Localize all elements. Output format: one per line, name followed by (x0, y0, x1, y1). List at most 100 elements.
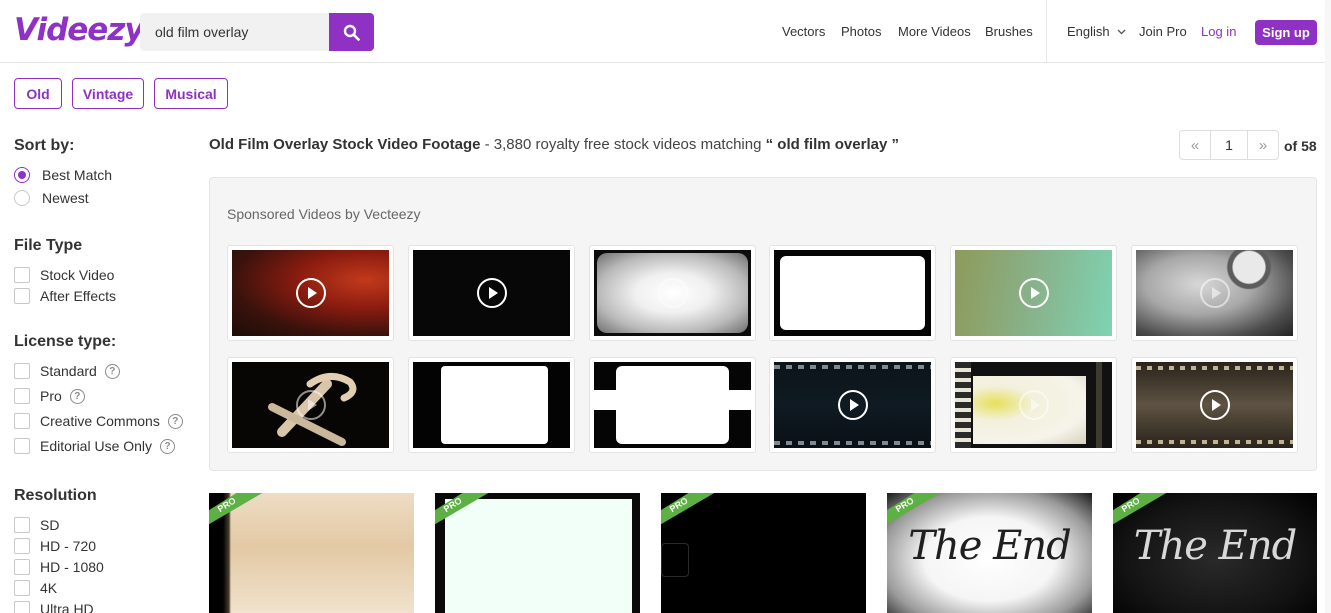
radio-unselected[interactable] (14, 190, 30, 206)
filter-stock-video[interactable]: Stock Video (14, 265, 114, 285)
signup-button[interactable]: Sign up (1255, 20, 1317, 45)
filter-label: After Effects (40, 288, 116, 304)
checkbox[interactable] (14, 413, 30, 429)
sponsored-video-thumbnail[interactable] (950, 245, 1117, 341)
filter-after-effects[interactable]: After Effects (14, 286, 116, 306)
result-video-thumbnail[interactable]: The End PRO (1113, 493, 1317, 613)
resolution-ultra-hd[interactable]: Ultra HD (14, 599, 94, 613)
result-video-thumbnail[interactable]: PRO (435, 493, 640, 613)
search-icon (343, 24, 360, 41)
checkbox[interactable] (14, 580, 30, 596)
pro-badge: PRO (209, 493, 264, 526)
nav-vectors-label: Vectors (782, 24, 826, 39)
sponsored-video-thumbnail[interactable] (769, 245, 936, 341)
license-creative-commons[interactable]: Creative Commons ? (14, 411, 183, 431)
sponsored-video-thumbnail[interactable] (589, 357, 756, 453)
filter-label: HD - 720 (40, 538, 97, 554)
join-pro-link[interactable]: Join Pro (1139, 0, 1187, 63)
checkbox[interactable] (14, 601, 30, 613)
tag-vintage[interactable]: Vintage (72, 78, 144, 109)
license-pro[interactable]: Pro ? (14, 386, 85, 406)
results-heading: Old Film Overlay Stock Video Footage - 3… (209, 136, 899, 153)
resolution-heading: Resolution (14, 487, 97, 504)
nav-divider (1046, 0, 1047, 63)
search-input[interactable] (140, 13, 329, 51)
filter-label: Creative Commons (40, 413, 160, 429)
filter-label: Standard (40, 363, 97, 379)
filter-label: Pro (40, 388, 62, 404)
sponsored-video-thumbnail[interactable] (1131, 357, 1298, 453)
site-header: Videezy Vectors Photos More Videos Brush… (0, 0, 1331, 63)
nav-photos-label: Photos (841, 24, 882, 39)
tag-musical[interactable]: Musical (154, 78, 228, 109)
sponsored-video-thumbnail[interactable] (227, 357, 394, 453)
pro-badge: PRO (435, 493, 490, 526)
prev-page-button[interactable]: « (1180, 131, 1210, 159)
play-icon (657, 278, 688, 308)
sponsored-video-thumbnail[interactable] (589, 245, 756, 341)
pagination: « 1 » (1179, 130, 1279, 160)
help-icon[interactable]: ? (167, 413, 183, 429)
next-page-button[interactable]: » (1248, 131, 1278, 159)
the-end-text: The End (908, 523, 1071, 569)
search-button[interactable] (329, 13, 374, 51)
checkbox[interactable] (14, 438, 30, 454)
license-editorial[interactable]: Editorial Use Only ? (14, 436, 176, 456)
page-number-input[interactable]: 1 (1210, 131, 1248, 159)
sponsored-video-thumbnail[interactable] (408, 357, 575, 453)
thumbnail-image (774, 250, 931, 336)
results-title: Old Film Overlay Stock Video Footage (209, 136, 481, 153)
resolution-sd[interactable]: SD (14, 515, 59, 535)
thumbnail-image (594, 362, 751, 448)
help-icon[interactable]: ? (104, 363, 120, 379)
sponsored-video-thumbnail[interactable] (1131, 245, 1298, 341)
filter-label: Ultra HD (40, 601, 94, 613)
nav-brushes-label: Brushes (985, 24, 1033, 39)
checkbox[interactable] (14, 517, 30, 533)
scrollbar[interactable] (1325, 0, 1331, 613)
nav-brushes[interactable]: Brushes (985, 0, 1033, 63)
resolution-hd-720[interactable]: HD - 720 (14, 536, 96, 556)
sponsored-video-thumbnail[interactable] (408, 245, 575, 341)
thumbnail-image (413, 362, 570, 448)
sponsored-video-thumbnail[interactable] (950, 357, 1117, 453)
videezy-logo[interactable]: Videezy (14, 12, 145, 48)
sponsored-video-thumbnail[interactable] (227, 245, 394, 341)
results-query: “ old film overlay ” (765, 136, 899, 153)
checkbox[interactable] (14, 538, 30, 554)
sponsored-section: Sponsored Videos by Vecteezy (209, 177, 1317, 471)
login-link[interactable]: Log in (1201, 0, 1236, 63)
help-icon[interactable]: ? (69, 388, 85, 404)
tag-old[interactable]: Old (14, 78, 62, 109)
chevron-down-icon (1117, 29, 1126, 34)
filter-label: Stock Video (40, 267, 115, 283)
result-video-thumbnail[interactable]: PRO (209, 493, 414, 613)
checkbox[interactable] (14, 288, 30, 304)
language-selector[interactable]: English (1067, 0, 1126, 63)
resolution-4k[interactable]: 4K (14, 578, 57, 598)
play-icon (1018, 278, 1049, 308)
result-video-thumbnail[interactable]: The End PRO (887, 493, 1092, 613)
checkbox[interactable] (14, 559, 30, 575)
sponsored-video-thumbnail[interactable] (769, 357, 936, 453)
license-standard[interactable]: Standard ? (14, 361, 120, 381)
result-video-thumbnail[interactable]: PRO (661, 493, 866, 613)
nav-vectors[interactable]: Vectors (782, 0, 825, 63)
resolution-hd-1080[interactable]: HD - 1080 (14, 557, 104, 577)
checkbox[interactable] (14, 388, 30, 404)
sponsored-title: Sponsored Videos by Vecteezy (227, 206, 421, 222)
sort-newest[interactable]: Newest (14, 188, 89, 208)
sort-best-match[interactable]: Best Match (14, 165, 112, 185)
help-icon[interactable]: ? (160, 438, 176, 454)
nav-photos[interactable]: Photos (841, 0, 881, 63)
radio-selected[interactable] (14, 167, 30, 183)
the-end-text: The End (1133, 523, 1297, 569)
play-icon (476, 278, 507, 308)
filter-label: HD - 1080 (40, 559, 104, 575)
nav-more-videos[interactable]: More Videos (898, 0, 971, 63)
total-pages: of 58 (1284, 138, 1317, 154)
file-type-heading: File Type (14, 237, 83, 254)
checkbox[interactable] (14, 363, 30, 379)
play-icon (295, 390, 326, 420)
checkbox[interactable] (14, 267, 30, 283)
